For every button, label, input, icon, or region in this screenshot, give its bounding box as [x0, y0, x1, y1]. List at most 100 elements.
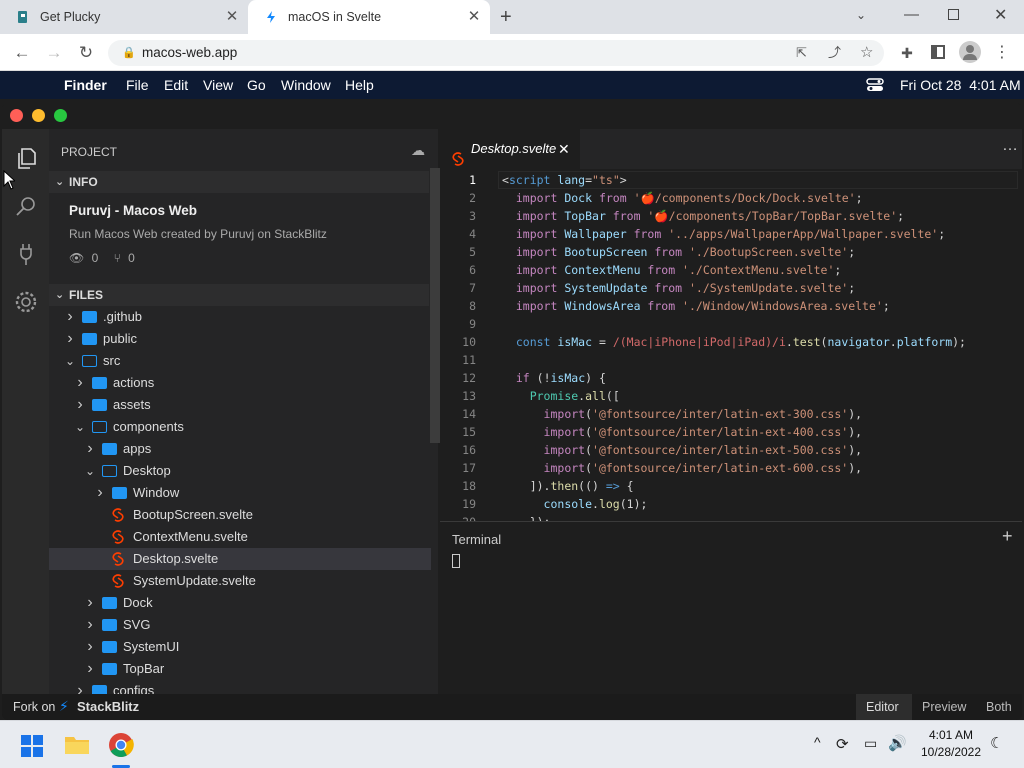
tree-folder-github[interactable]: › .github	[49, 306, 431, 328]
mode-editor-button[interactable]: Editor	[856, 694, 912, 720]
code-token: Wallpaper	[564, 227, 634, 241]
tree-folder-topbar[interactable]: › TopBar	[49, 658, 431, 680]
project-heading: PROJECT	[61, 145, 118, 159]
code-token: from	[612, 209, 648, 223]
tree-folder-svg[interactable]: › SVG	[49, 614, 431, 636]
files-explorer-icon[interactable]	[13, 145, 39, 171]
taskbar-clock[interactable]: 4:01 AM 10/28/2022	[920, 728, 982, 759]
tree-item-label: Dock	[123, 595, 153, 610]
code-line: import Dock from '🍎/components/Dock/Dock…	[502, 189, 863, 207]
reload-icon[interactable]: ↻	[74, 41, 98, 65]
project-stats: 👁 0 ⑂ 0	[69, 251, 135, 265]
tab-search-chevron-icon[interactable]: ⌄	[856, 8, 866, 22]
restore-window-icon[interactable]	[948, 9, 959, 20]
tree-folder-src[interactable]: ⌄ src	[49, 350, 431, 372]
new-tab-icon[interactable]: +	[500, 6, 512, 29]
plug-icon[interactable]	[13, 241, 39, 267]
close-tab-icon[interactable]: ✕	[224, 9, 240, 25]
terminal-panel[interactable]: Terminal +	[440, 521, 1022, 694]
mode-both-button[interactable]: Both	[986, 700, 1012, 714]
folder-icon	[102, 619, 117, 631]
menu-help[interactable]: Help	[345, 77, 374, 93]
network-icon[interactable]: ▭	[864, 735, 877, 752]
profile-avatar-icon[interactable]	[959, 41, 981, 63]
stackblitz-brand-link[interactable]: StackBlitz	[77, 699, 139, 714]
tree-folder-desktop[interactable]: ⌄ Desktop	[49, 460, 431, 482]
extensions-puzzle-icon[interactable]: ✚	[895, 41, 919, 65]
menu-view[interactable]: View	[203, 77, 233, 93]
browser-tab-macos-in-svelte[interactable]: macOS in Svelte ✕	[248, 0, 490, 34]
browser-tab-strip: Get Plucky ✕ macOS in Svelte ✕ + ⌄ — ✕	[0, 0, 1024, 34]
tree-folder-configs[interactable]: › configs	[49, 680, 431, 694]
close-traffic-light[interactable]	[10, 109, 23, 122]
close-window-icon[interactable]: ✕	[994, 5, 1007, 25]
tree-file[interactable]: BootupScreen.svelte	[49, 504, 431, 526]
menu-edit[interactable]: Edit	[164, 77, 188, 93]
cloud-download-icon[interactable]: ☁	[411, 142, 425, 159]
browser-menu-kebab-icon[interactable]: ⋮	[990, 41, 1014, 65]
code-token: from	[598, 191, 634, 205]
tree-file[interactable]: SystemUpdate.svelte	[49, 570, 431, 592]
address-bar[interactable]: 🔒 macos-web.app ⇱ ⤴ ☆	[108, 40, 884, 66]
menu-file[interactable]: File	[126, 77, 149, 93]
code-token: script	[508, 173, 558, 187]
show-hidden-icons-chevron-icon[interactable]: ^	[814, 734, 821, 750]
close-tab-icon[interactable]: ✕	[558, 129, 570, 169]
sync-alert-icon[interactable]: ⟳	[836, 735, 849, 753]
menu-window[interactable]: Window	[281, 77, 331, 93]
minimize-traffic-light[interactable]	[32, 109, 45, 122]
mode-preview-button[interactable]: Preview	[922, 700, 966, 714]
tree-folder-dock[interactable]: › Dock	[49, 592, 431, 614]
taskbar-time: 4:01 AM	[928, 728, 974, 742]
file-explorer-icon[interactable]	[64, 734, 90, 756]
tree-item-label: SystemUI	[123, 639, 180, 654]
browser-tab-get-plucky[interactable]: Get Plucky ✕	[0, 0, 248, 34]
side-panel-icon[interactable]	[931, 45, 945, 59]
menu-go[interactable]: Go	[247, 77, 266, 93]
code-token: '@fontsource/inter/latin-ext-500.css'	[592, 443, 849, 457]
open-in-app-icon[interactable]: ⇱	[796, 40, 807, 66]
code-token: from	[654, 281, 689, 295]
svelte-file-icon	[112, 574, 124, 588]
menu-finder[interactable]: Finder	[64, 77, 107, 93]
bookmark-star-icon[interactable]: ☆	[860, 40, 873, 66]
tree-folder-components[interactable]: ⌄ components	[49, 416, 431, 438]
minimize-window-icon[interactable]: —	[904, 6, 919, 23]
info-section-header[interactable]: ⌄ INFO	[49, 171, 429, 193]
back-arrow-icon[interactable]: ←	[10, 41, 34, 65]
notifications-moon-icon[interactable]: ☾	[990, 734, 1003, 752]
folder-icon	[82, 311, 97, 323]
share-icon[interactable]: ⤴	[828, 40, 841, 66]
files-section-header[interactable]: ⌄ FILES	[49, 284, 429, 306]
line-number: 2	[469, 191, 476, 205]
code-token: (1);	[619, 497, 648, 511]
chevron-down-icon: ⌄	[55, 289, 65, 301]
sidebar-scrollbar[interactable]	[430, 168, 440, 443]
editor-tab-desktop-svelte[interactable]: Desktop.svelte ✕	[440, 129, 580, 169]
code-line: import ContextMenu from './ContextMenu.s…	[502, 261, 841, 279]
volume-icon[interactable]: 🔊	[888, 734, 907, 752]
windows-start-icon[interactable]	[21, 735, 43, 757]
add-terminal-icon[interactable]: +	[1002, 526, 1013, 547]
chrome-icon[interactable]	[108, 732, 134, 758]
settings-gear-icon[interactable]	[13, 289, 39, 315]
tree-file[interactable]: Desktop.svelte	[49, 548, 431, 570]
tree-folder-assets[interactable]: › assets	[49, 394, 431, 416]
tree-folder-public[interactable]: › public	[49, 328, 431, 350]
search-icon[interactable]	[13, 193, 39, 219]
forward-arrow-icon[interactable]: →	[42, 41, 66, 65]
tree-item-label: public	[103, 331, 137, 346]
code-area[interactable]: 1 <script lang="ts"> 2 import Dock from '🍎…	[440, 169, 1022, 521]
close-tab-icon[interactable]: ✕	[466, 9, 482, 25]
tree-folder-actions[interactable]: › actions	[49, 372, 431, 394]
code-line: import SystemUpdate from './SystemUpdate…	[502, 279, 855, 297]
tree-file[interactable]: ContextMenu.svelte	[49, 526, 431, 548]
control-center-icon[interactable]	[866, 78, 884, 92]
tree-folder-systemui[interactable]: › SystemUI	[49, 636, 431, 658]
tree-folder-apps[interactable]: › apps	[49, 438, 431, 460]
code-token: ([	[605, 389, 620, 403]
zoom-traffic-light[interactable]	[54, 109, 67, 122]
more-actions-icon[interactable]: …	[1002, 137, 1018, 155]
tree-folder-window[interactable]: › Window	[49, 482, 431, 504]
